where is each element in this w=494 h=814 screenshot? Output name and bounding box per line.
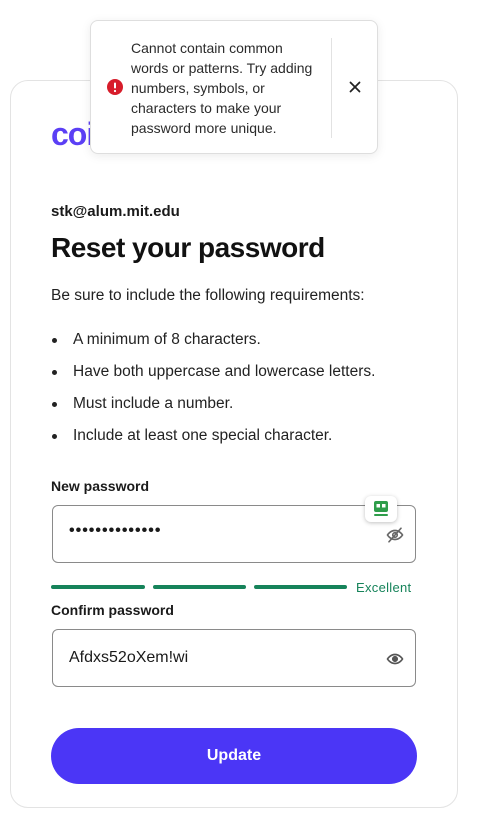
new-password-label: New password xyxy=(51,478,150,494)
error-icon xyxy=(107,79,123,95)
list-item: A minimum of 8 characters. xyxy=(51,330,375,362)
confirm-password-value: Afdxs52oXem!wi xyxy=(69,649,189,666)
eye-off-icon[interactable] xyxy=(386,526,404,544)
error-toast: Cannot contain common words or patterns.… xyxy=(90,20,378,154)
account-email: stk@alum.mit.edu xyxy=(51,203,180,220)
new-password-value: •••••••••••••• xyxy=(69,522,162,539)
toast-message: Cannot contain common words or patterns.… xyxy=(131,40,313,136)
confirm-password-field[interactable]: Afdxs52oXem!wi xyxy=(52,629,416,687)
update-button[interactable]: Update xyxy=(51,728,417,784)
requirements-intro: Be sure to include the following require… xyxy=(51,287,365,304)
list-item: Must include a number. xyxy=(51,394,375,426)
password-manager-icon[interactable] xyxy=(365,496,397,522)
strength-segment-1 xyxy=(51,585,145,589)
new-password-field[interactable]: •••••••••••••• xyxy=(52,505,416,563)
page-title: Reset your password xyxy=(51,232,325,263)
strength-segment-2 xyxy=(153,585,246,589)
strength-label: Excellent xyxy=(356,580,412,595)
list-item: Have both uppercase and lowercase letter… xyxy=(51,362,375,394)
toast-divider xyxy=(331,38,332,138)
close-icon[interactable] xyxy=(347,79,363,95)
eye-icon[interactable] xyxy=(386,650,404,668)
list-item: Include at least one special character. xyxy=(51,426,375,458)
requirements-list: A minimum of 8 characters. Have both upp… xyxy=(51,330,375,458)
confirm-password-label: Confirm password xyxy=(51,602,174,618)
strength-segment-3 xyxy=(254,585,347,589)
